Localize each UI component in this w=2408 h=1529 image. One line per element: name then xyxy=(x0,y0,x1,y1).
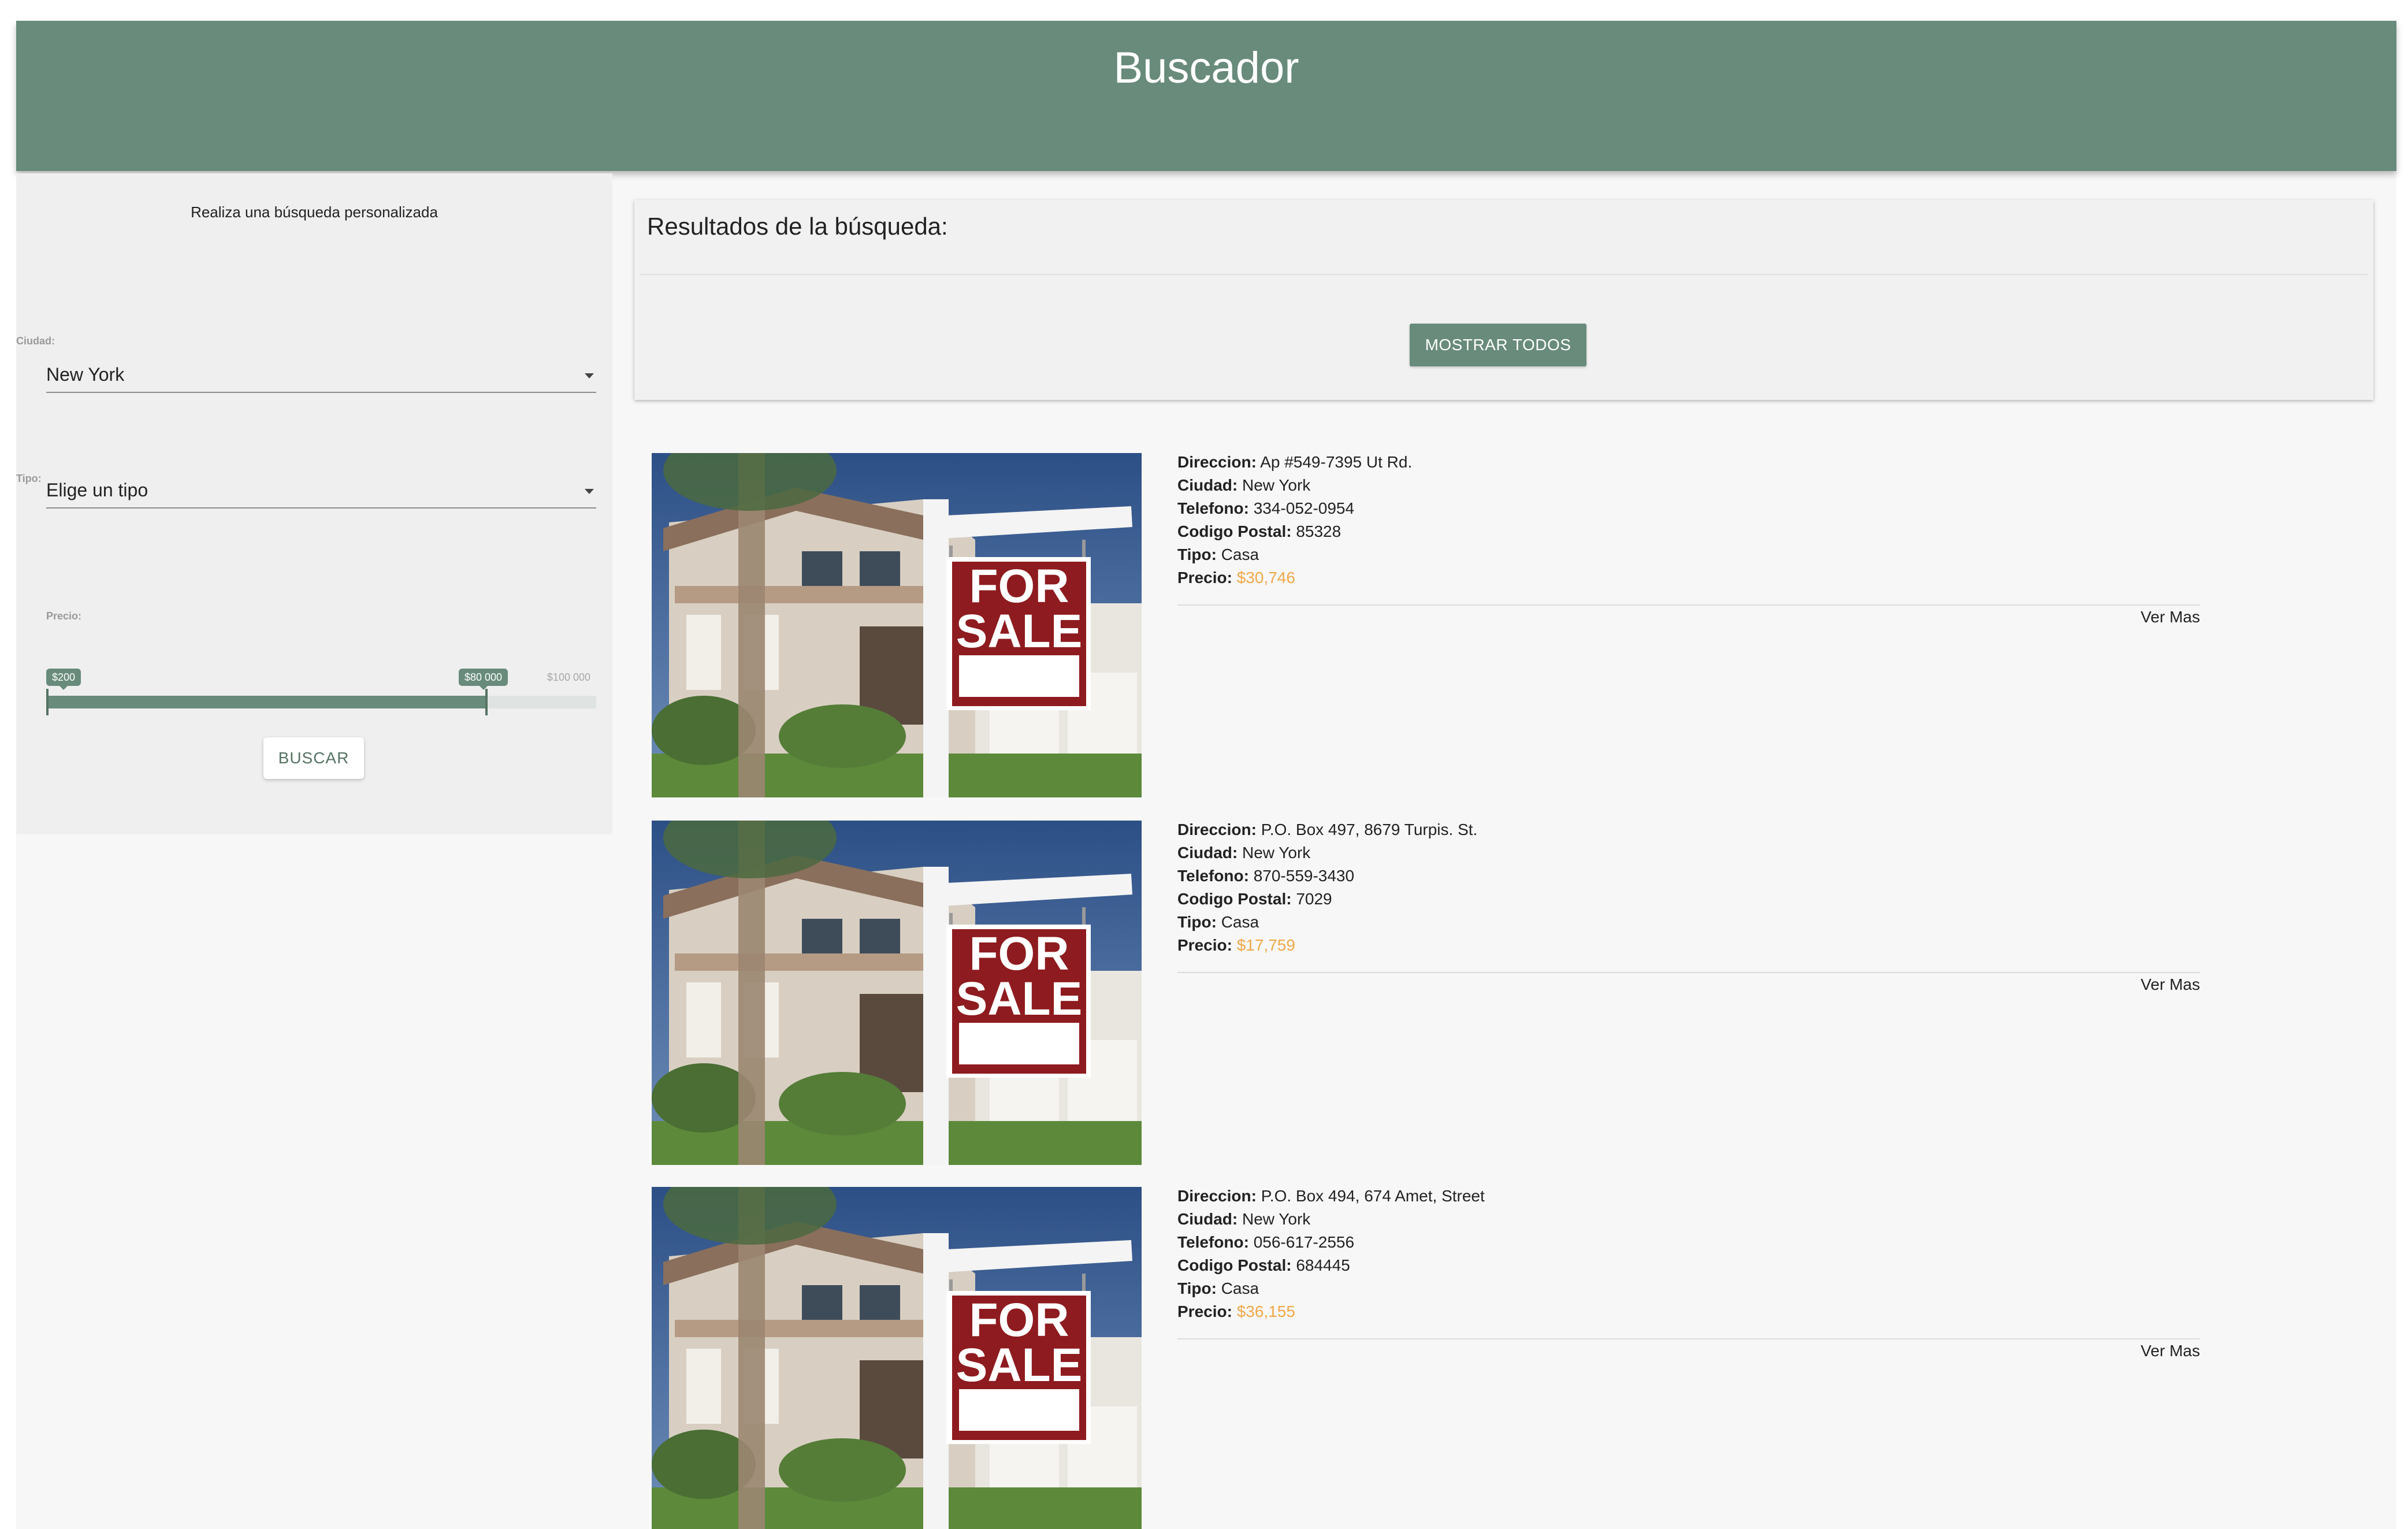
listing-card: FOR SALE Direccion: Ap #549-7395 Ut Rd. … xyxy=(652,453,2212,797)
price-field-label: Precio: xyxy=(1177,1302,1232,1320)
type-select-value: Elige un tipo xyxy=(46,480,148,500)
divider xyxy=(1177,1338,2200,1339)
phone-value: 056-617-2556 xyxy=(1253,1233,1355,1251)
listing-phone: Telefono: 056-617-2556 xyxy=(1177,1233,1354,1252)
phone-value: 334-052-0954 xyxy=(1253,499,1355,517)
property-photo: FOR SALE xyxy=(652,453,1142,797)
type-value: Casa xyxy=(1221,545,1259,563)
price-limit-label: $100 000 xyxy=(547,671,590,683)
phone-label: Telefono: xyxy=(1177,1233,1249,1251)
postal-label: Codigo Postal: xyxy=(1177,522,1292,540)
type-field-label: Tipo: xyxy=(1177,545,1217,563)
chevron-down-icon xyxy=(585,489,594,494)
listing-price: Precio: $17,759 xyxy=(1177,936,1295,955)
postal-value: 85328 xyxy=(1296,522,1342,540)
price-value: $30,746 xyxy=(1236,569,1295,587)
listing-price: Precio: $36,155 xyxy=(1177,1302,1295,1321)
listing-type: Tipo: Casa xyxy=(1177,1279,1259,1298)
search-sidebar: Realiza una búsqueda personalizada Ciuda… xyxy=(16,173,612,834)
price-value: $17,759 xyxy=(1236,936,1295,954)
sign-text: SALE xyxy=(956,605,1083,658)
sign-text: SALE xyxy=(956,973,1083,1025)
listing-address: Direccion: P.O. Box 494, 674 Amet, Stree… xyxy=(1177,1187,1485,1205)
postal-label: Codigo Postal: xyxy=(1177,890,1292,908)
sign-text: SALE xyxy=(956,1339,1083,1391)
type-field-label: Tipo: xyxy=(1177,913,1217,931)
listing-postal-code: Codigo Postal: 85328 xyxy=(1177,522,1341,541)
postal-label: Codigo Postal: xyxy=(1177,1256,1292,1274)
address-label: Direccion: xyxy=(1177,453,1257,471)
listing-card: FOR SALE Direccion: P.O. Box 494, 674 Am… xyxy=(652,1187,2212,1529)
city-select-value: New York xyxy=(46,364,125,385)
results-title: Resultados de la búsqueda: xyxy=(647,213,948,240)
listing-price: Precio: $30,746 xyxy=(1177,569,1295,587)
price-min-tag: $200 xyxy=(46,669,81,690)
listing-city: Ciudad: New York xyxy=(1177,844,1310,862)
city-value: New York xyxy=(1242,844,1311,862)
city-select[interactable]: New York xyxy=(46,357,596,393)
type-label: Tipo: xyxy=(16,473,42,484)
postal-value: 684445 xyxy=(1296,1256,1350,1274)
page-title: Buscador xyxy=(1113,43,1299,92)
phone-label: Telefono: xyxy=(1177,499,1249,517)
type-value: Casa xyxy=(1221,913,1259,931)
city-field-label: Ciudad: xyxy=(1177,844,1238,862)
page: Buscador Realiza una búsqueda personaliz… xyxy=(16,21,2396,1529)
type-field-label: Tipo: xyxy=(1177,1279,1217,1297)
listing-postal-code: Codigo Postal: 684445 xyxy=(1177,1256,1350,1275)
city-field-label: Ciudad: xyxy=(1177,476,1238,494)
price-range-fill xyxy=(47,696,486,708)
price-field-label: Precio: xyxy=(1177,936,1232,954)
city-value: New York xyxy=(1242,1210,1311,1228)
see-more-link[interactable]: Ver Mas xyxy=(2141,608,2200,626)
price-label: Precio: xyxy=(46,610,82,622)
address-value: Ap #549-7395 Ut Rd. xyxy=(1260,453,1413,471)
show-all-button[interactable]: MOSTRAR TODOS xyxy=(1410,324,1586,366)
city-label: Ciudad: xyxy=(16,335,55,347)
listing-address: Direccion: Ap #549-7395 Ut Rd. xyxy=(1177,453,1412,472)
price-value: $36,155 xyxy=(1236,1302,1295,1320)
listing-card: FOR SALE Direccion: P.O. Box 497, 8679 T… xyxy=(652,821,2212,1165)
listing-type: Tipo: Casa xyxy=(1177,913,1259,931)
app-header: Buscador xyxy=(16,21,2396,171)
postal-value: 7029 xyxy=(1296,890,1332,908)
phone-value: 870-559-3430 xyxy=(1253,867,1355,885)
results-header-card: Resultados de la búsqueda: MOSTRAR TODOS xyxy=(634,200,2373,400)
sidebar-title: Realiza una búsqueda personalizada xyxy=(191,203,438,221)
divider xyxy=(640,274,2368,275)
address-value: P.O. Box 494, 674 Amet, Street xyxy=(1261,1187,1485,1205)
city-value: New York xyxy=(1242,476,1311,494)
listing-type: Tipo: Casa xyxy=(1177,545,1259,564)
search-button[interactable]: BUSCAR xyxy=(263,737,364,779)
listing-city: Ciudad: New York xyxy=(1177,1210,1310,1229)
see-more-link[interactable]: Ver Mas xyxy=(2141,1342,2200,1360)
address-label: Direccion: xyxy=(1177,1187,1257,1205)
divider xyxy=(1177,972,2200,973)
price-max-tag: $80 000 xyxy=(459,669,508,690)
listing-address: Direccion: P.O. Box 497, 8679 Turpis. St… xyxy=(1177,821,1477,839)
price-range-slider[interactable]: $200 $80 000 $100 000 xyxy=(46,636,596,740)
listing-postal-code: Codigo Postal: 7029 xyxy=(1177,890,1332,908)
address-label: Direccion: xyxy=(1177,821,1257,838)
listing-city: Ciudad: New York xyxy=(1177,476,1310,495)
type-value: Casa xyxy=(1221,1279,1259,1297)
property-photo: FOR SALE xyxy=(652,821,1142,1165)
city-field-label: Ciudad: xyxy=(1177,1210,1238,1228)
price-field-label: Precio: xyxy=(1177,569,1232,587)
divider xyxy=(1177,604,2200,606)
address-value: P.O. Box 497, 8679 Turpis. St. xyxy=(1261,821,1478,838)
property-photo: FOR SALE xyxy=(652,1187,1142,1529)
listing-phone: Telefono: 870-559-3430 xyxy=(1177,867,1354,885)
price-min-handle[interactable] xyxy=(46,689,49,715)
price-max-handle[interactable] xyxy=(485,689,488,715)
see-more-link[interactable]: Ver Mas xyxy=(2141,975,2200,994)
phone-label: Telefono: xyxy=(1177,867,1249,885)
type-select[interactable]: Elige un tipo xyxy=(46,473,596,509)
listing-phone: Telefono: 334-052-0954 xyxy=(1177,499,1354,518)
chevron-down-icon xyxy=(585,373,594,378)
